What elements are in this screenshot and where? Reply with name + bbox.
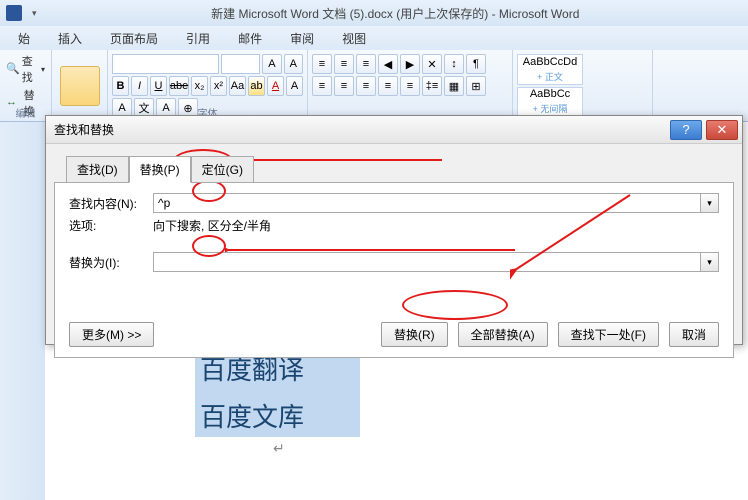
tab-review[interactable]: 审阅: [276, 26, 328, 51]
style-nospacing[interactable]: AaBbCc + 无间隔: [517, 87, 583, 118]
strikethrough-button[interactable]: abe: [169, 76, 189, 96]
dialog-help-button[interactable]: ?: [670, 120, 702, 140]
decrease-indent-button[interactable]: ◀: [378, 54, 398, 74]
more-button[interactable]: 更多(M) >>: [69, 322, 154, 347]
tab-layout[interactable]: 页面布局: [96, 26, 172, 51]
justify-button[interactable]: ≡: [378, 76, 398, 96]
word-icon: [6, 5, 22, 21]
superscript-button[interactable]: x²: [210, 76, 227, 96]
multilevel-button[interactable]: ≡: [356, 54, 376, 74]
tab-replace[interactable]: 替换(P): [129, 156, 191, 183]
editing-group: 🔍 查找 ▾ ↔ 替换 ↖ 选择 ▾ 编辑: [0, 50, 52, 121]
borders-button[interactable]: ⊞: [466, 76, 486, 96]
tab-home[interactable]: 始: [4, 26, 44, 51]
grow-font-button[interactable]: A: [262, 54, 281, 74]
font-size-dropdown[interactable]: [221, 54, 260, 74]
numbering-button[interactable]: ≡: [334, 54, 354, 74]
find-what-label: 查找内容(N):: [69, 195, 153, 212]
chevron-down-icon: ▾: [41, 65, 45, 74]
tab-view[interactable]: 视图: [328, 26, 380, 51]
font-color-button[interactable]: A: [267, 76, 284, 96]
align-left-button[interactable]: ≡: [312, 76, 332, 96]
options-value: 向下搜索, 区分全/半角: [153, 217, 271, 234]
paragraph-mark-icon: ↵: [273, 440, 285, 457]
increase-indent-button[interactable]: ▶: [400, 54, 420, 74]
styles-group: AaBbCcDd + 正文 AaBbCc + 无间隔: [513, 50, 653, 121]
shading-button[interactable]: ▦: [444, 76, 464, 96]
align-center-button[interactable]: ≡: [334, 76, 354, 96]
cancel-button[interactable]: 取消: [669, 322, 719, 347]
shrink-font-button[interactable]: A: [284, 54, 303, 74]
bullets-button[interactable]: ≡: [312, 54, 332, 74]
replace-with-label: 替换为(I):: [69, 254, 153, 271]
tab-mail[interactable]: 邮件: [224, 26, 276, 51]
asian-layout-button[interactable]: ✕: [422, 54, 442, 74]
underline-button[interactable]: U: [150, 76, 167, 96]
qat-dropdown-icon[interactable]: ▾: [32, 8, 37, 19]
show-marks-button[interactable]: ¶: [466, 54, 486, 74]
replace-with-input[interactable]: [153, 252, 701, 272]
find-replace-dialog: 查找和替换 ? ✕ 查找(D) 替换(P) 定位(G) 查找内容(N): ▾ 选…: [45, 115, 743, 345]
distribute-button[interactable]: ≡: [400, 76, 420, 96]
doc-line-2: 百度文库: [200, 397, 304, 434]
find-label: 查找: [22, 53, 39, 85]
editing-group-label: 编辑: [0, 105, 51, 120]
tab-goto[interactable]: 定位(G): [191, 156, 254, 183]
left-margin: [0, 122, 45, 500]
subscript-button[interactable]: x₂: [191, 76, 208, 96]
binoculars-icon: 🔍: [6, 62, 20, 76]
change-case-button[interactable]: Aa: [229, 76, 246, 96]
dialog-title-text: 查找和替换: [54, 121, 670, 138]
style-name-label: + 无间隔: [533, 102, 568, 115]
replace-all-button[interactable]: 全部替换(A): [458, 322, 548, 347]
find-what-input[interactable]: [153, 193, 701, 213]
find-next-button[interactable]: 查找下一处(F): [558, 322, 659, 347]
tab-references[interactable]: 引用: [172, 26, 224, 51]
char-border-button[interactable]: A: [286, 76, 303, 96]
tab-find[interactable]: 查找(D): [66, 156, 129, 183]
find-history-dropdown[interactable]: ▾: [701, 193, 719, 213]
dialog-title-bar[interactable]: 查找和替换 ? ✕: [46, 116, 742, 144]
sort-button[interactable]: ↕: [444, 54, 464, 74]
style-preview: AaBbCc: [530, 88, 570, 100]
font-name-dropdown[interactable]: [112, 54, 219, 74]
ribbon: 🔍 查找 ▾ ↔ 替换 ↖ 选择 ▾ 编辑 A A B I U abe x₂: [0, 50, 748, 122]
paste-button[interactable]: [60, 66, 100, 106]
font-group: A A B I U abe x₂ x² Aa ab A A A 文 A ⊕ 字体: [108, 50, 308, 121]
style-normal[interactable]: AaBbCcDd + 正文: [517, 54, 583, 85]
dialog-body: 查找内容(N): ▾ 选项: 向下搜索, 区分全/半角 替换为(I): ▾ 更多…: [54, 182, 734, 358]
window-title: 新建 Microsoft Word 文档 (5).docx (用户上次保存的) …: [43, 5, 748, 22]
highlight-button[interactable]: ab: [248, 76, 265, 96]
options-label: 选项:: [69, 217, 153, 234]
align-right-button[interactable]: ≡: [356, 76, 376, 96]
title-bar: ▾ 新建 Microsoft Word 文档 (5).docx (用户上次保存的…: [0, 0, 748, 26]
italic-button[interactable]: I: [131, 76, 148, 96]
replace-button[interactable]: 替换(R): [381, 322, 448, 347]
style-preview: AaBbCcDd: [523, 56, 577, 68]
dialog-tabs: 查找(D) 替换(P) 定位(G): [66, 156, 742, 183]
replace-history-dropdown[interactable]: ▾: [701, 252, 719, 272]
bold-button[interactable]: B: [112, 76, 129, 96]
find-button[interactable]: 🔍 查找 ▾: [4, 52, 47, 86]
style-name-label: + 正文: [537, 70, 563, 83]
paragraph-group: ≡ ≡ ≡ ◀ ▶ ✕ ↕ ¶ ≡ ≡ ≡ ≡ ≡ ‡≡ ▦ ⊞: [308, 50, 513, 121]
ribbon-tabs: 始 插入 页面布局 引用 邮件 审阅 视图: [0, 26, 748, 50]
dialog-close-button[interactable]: ✕: [706, 120, 738, 140]
line-spacing-button[interactable]: ‡≡: [422, 76, 442, 96]
clipboard-group: [52, 50, 108, 121]
tab-insert[interactable]: 插入: [44, 26, 96, 51]
